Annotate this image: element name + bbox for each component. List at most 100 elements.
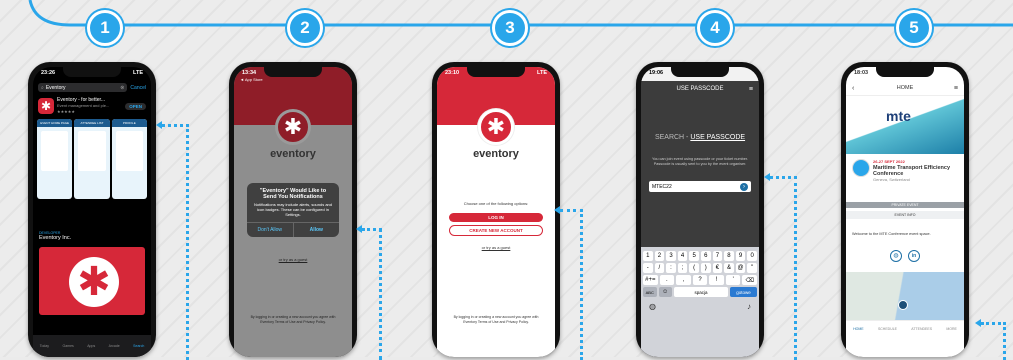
screenshot-home: EVENT HOME PAGE: [37, 119, 73, 199]
keyboard-key[interactable]: @: [735, 263, 746, 273]
open-button[interactable]: OPEN: [125, 102, 146, 110]
keyboard-key[interactable]: 9: [735, 251, 746, 261]
pointer-arrow: [554, 206, 560, 214]
done-key[interactable]: gotowe: [730, 287, 757, 297]
top-bar: USE PASSCODE ≡: [641, 81, 759, 97]
search-heading: SEARCH - USE PASSCODE: [641, 134, 759, 141]
keyboard-key[interactable]: !: [709, 275, 724, 285]
keyboard-key[interactable]: 2: [654, 251, 665, 261]
keyboard-key[interactable]: -: [643, 263, 653, 273]
app-artwork: ✱: [39, 247, 145, 315]
search-field[interactable]: ⌕ Eventory ⊗: [38, 83, 128, 92]
keyboard-key[interactable]: 4: [677, 251, 688, 261]
top-bar: ‹ HOME ≡: [846, 81, 964, 96]
emoji-icon[interactable]: ☺: [658, 287, 672, 297]
keyboard-key[interactable]: :: [666, 263, 676, 273]
keyboard-key[interactable]: 5: [689, 251, 699, 261]
linkedin-icon[interactable]: in: [908, 250, 920, 262]
event-info-button[interactable]: EVENT INFO: [846, 211, 964, 219]
pointer-arrow: [356, 225, 362, 233]
keyboard-key[interactable]: (: [689, 263, 699, 273]
tab-today[interactable]: Today: [40, 344, 49, 348]
guest-link[interactable]: or try as a guest: [437, 245, 555, 250]
keyboard: 1234567890 - /:;() € & @ " #+=.,?! ' ⌫ ABC ☺ sp…: [641, 247, 759, 357]
bottom-nav: HOME SCHEDULE ATTENDEES MORE: [846, 320, 964, 337]
app-result[interactable]: ✱ Eventory - for better... Event managem…: [38, 97, 146, 115]
tab-apps[interactable]: Apps: [87, 344, 95, 348]
tab-games[interactable]: Games: [63, 344, 74, 348]
abc-key[interactable]: ABC: [643, 287, 657, 297]
passcode-label: USE PASSCODE: [690, 134, 746, 141]
login-button[interactable]: LOG IN: [449, 213, 543, 222]
allow-button[interactable]: Allow: [294, 223, 340, 237]
phone-notifications: 13:34 ◄ App Store ✱ eventory "Eventory" …: [229, 62, 357, 357]
keyboard-key[interactable]: /: [654, 263, 665, 273]
screenshot-caption: PROFILE: [111, 119, 147, 127]
keyboard-key[interactable]: 8: [724, 251, 734, 261]
keyboard-key[interactable]: .: [659, 275, 675, 285]
step-1-badge: 1: [87, 10, 123, 46]
alert-body: Notifications may include alerts, sounds…: [253, 202, 333, 217]
keyboard-key[interactable]: ": [747, 263, 757, 273]
website-icon[interactable]: ◍: [890, 250, 902, 262]
keyboard-key[interactable]: &: [724, 263, 734, 273]
keyboard-key[interactable]: ⌫: [742, 275, 758, 285]
pointer-arrow: [764, 173, 770, 181]
cancel-button[interactable]: Cancel: [130, 85, 146, 91]
back-icon[interactable]: ‹: [852, 85, 854, 92]
keyboard-key[interactable]: 3: [666, 251, 676, 261]
nav-attendees[interactable]: ATTENDEES: [911, 327, 932, 331]
keyboard-key[interactable]: ): [700, 263, 711, 273]
keyboard-key[interactable]: ;: [677, 263, 688, 273]
clear-icon[interactable]: ⊗: [120, 85, 124, 91]
back-to-app-store[interactable]: ◄ App Store: [240, 77, 263, 82]
menu-icon[interactable]: ≡: [954, 85, 958, 92]
keyboard-key[interactable]: #+=: [643, 275, 658, 285]
mte-logo: mte: [886, 108, 911, 124]
passcode-input[interactable]: MTEC22: [652, 184, 672, 190]
screenshots: EVENT HOME PAGE ATTENDEE LIST PROFILE: [37, 119, 147, 199]
screenshot-caption: EVENT HOME PAGE: [37, 119, 73, 127]
tab-search[interactable]: Search: [133, 344, 144, 348]
alert-title: "Eventory" Would Like to Send You Notifi…: [259, 188, 327, 200]
globe-icon[interactable]: ◍: [649, 302, 656, 311]
nav-schedule[interactable]: SCHEDULE: [878, 327, 897, 331]
search-input[interactable]: Eventory: [46, 85, 66, 91]
nav-more[interactable]: MORE: [946, 327, 957, 331]
eventory-logo-icon: ✱: [275, 109, 311, 145]
tab-arcade[interactable]: Arcade: [109, 344, 120, 348]
keyboard-key[interactable]: ?: [692, 275, 708, 285]
keyboard-key[interactable]: 6: [700, 251, 711, 261]
keyboard-key[interactable]: 7: [712, 251, 723, 261]
search-label: SEARCH -: [654, 134, 691, 141]
venue-map[interactable]: [846, 272, 964, 320]
keyboard-key[interactable]: 1: [643, 251, 653, 261]
brand-name: eventory: [270, 148, 316, 160]
phone-app-store: 23:26 LTE ⌕ Eventory ⊗ Cancel ✱ Eventory …: [28, 62, 156, 357]
keyboard-key[interactable]: ': [725, 275, 741, 285]
screenshot-caption: ATTENDEE LIST: [74, 119, 110, 127]
phone-login: 23:10 LTE ✱ eventory Choose one of the fo…: [432, 62, 560, 357]
search-icon: ⌕: [41, 84, 44, 91]
submit-arrow-icon[interactable]: ›: [740, 182, 748, 191]
passcode-field[interactable]: MTEC22 ›: [649, 181, 751, 192]
choose-text: Choose one of the following options:: [463, 201, 529, 206]
create-account-button[interactable]: CREATE NEW ACCOUNT: [449, 225, 543, 236]
screenshot-profile: PROFILE: [111, 119, 147, 199]
microphone-icon[interactable]: ♪: [747, 302, 751, 311]
pointer-more: [981, 322, 1006, 360]
keyboard-key[interactable]: €: [712, 263, 723, 273]
menu-icon[interactable]: ≡: [749, 86, 753, 93]
keyboard-key[interactable]: 0: [747, 251, 757, 261]
pointer-allow: [362, 228, 382, 360]
developer[interactable]: DEVELOPER Eventory Inc.: [39, 231, 71, 241]
step-2-badge: 2: [287, 10, 323, 46]
phone-passcode: 1 9: 0 6 USE PASSCODE ≡ SEARCH - USE PASSCO…: [636, 62, 764, 357]
keyboard-key[interactable]: ,: [676, 275, 691, 285]
dont-allow-button[interactable]: Don't Allow: [247, 223, 294, 237]
app-rating: ★★★★★: [57, 109, 75, 114]
nav-home[interactable]: HOME: [853, 327, 864, 331]
space-key[interactable]: spacja: [674, 287, 728, 297]
tab-bar: Today Games Apps Arcade Search: [33, 335, 151, 357]
guest-link[interactable]: or try as a guest: [234, 257, 352, 262]
